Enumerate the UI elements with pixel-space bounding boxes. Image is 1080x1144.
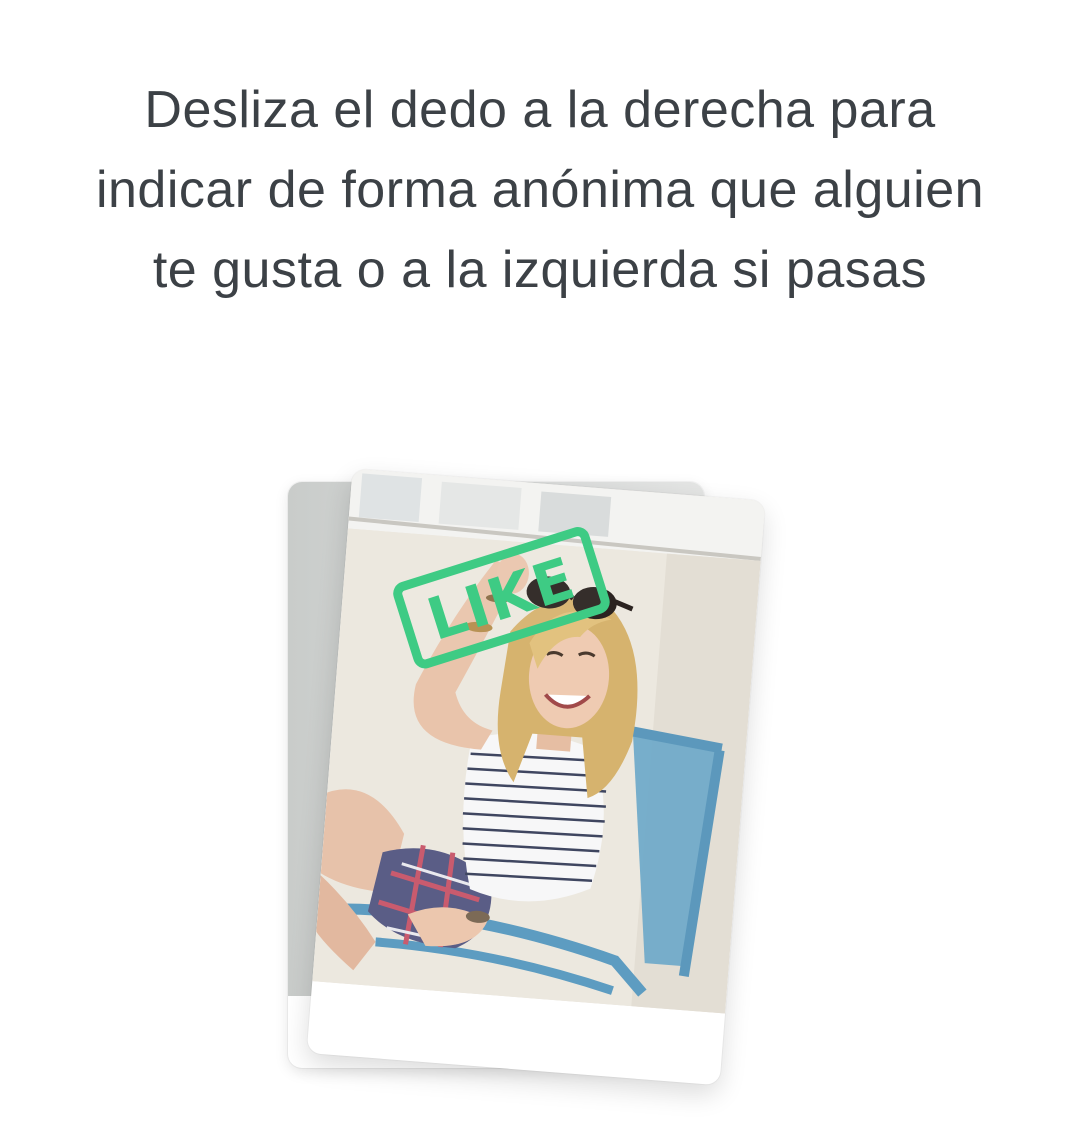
profile-card[interactable]: LIKE	[306, 468, 766, 1086]
onboarding-screen: Desliza el dedo a la derecha para indica…	[0, 0, 1080, 1144]
onboarding-headline: Desliza el dedo a la derecha para indica…	[95, 81, 985, 299]
